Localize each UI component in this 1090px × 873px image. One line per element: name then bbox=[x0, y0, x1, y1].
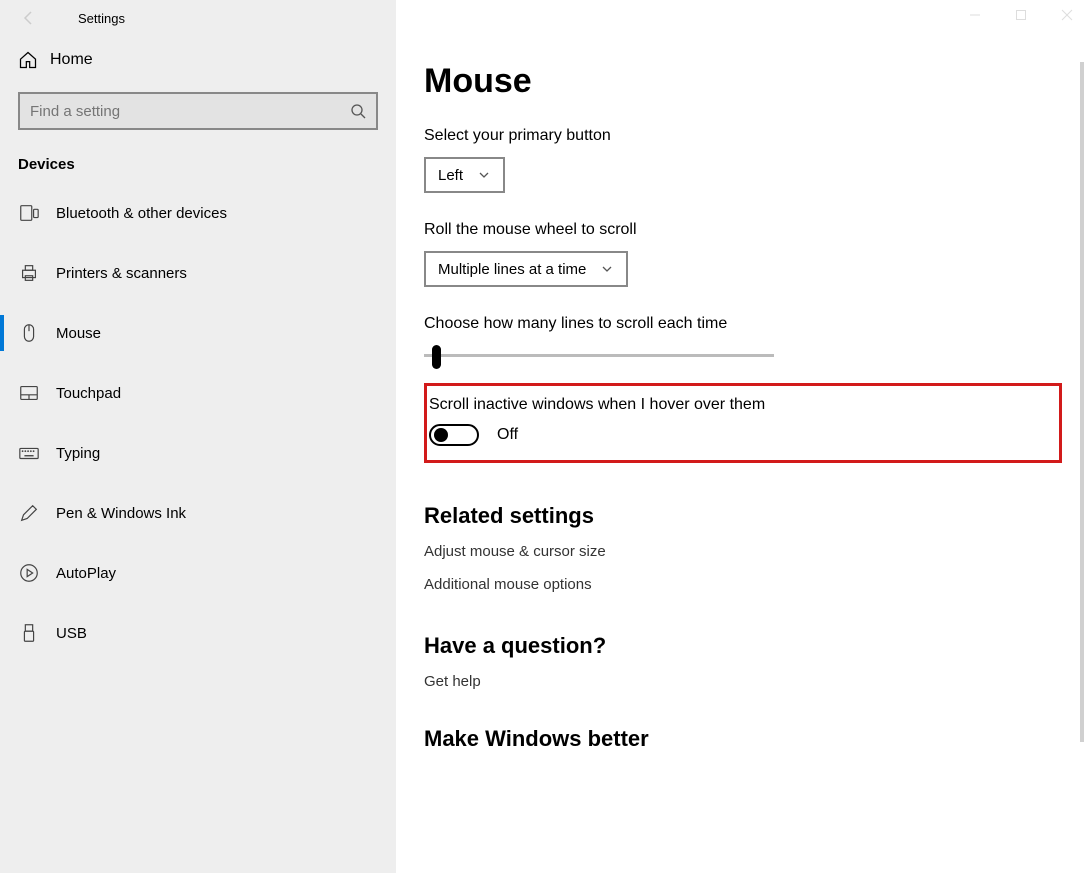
window-controls bbox=[952, 0, 1090, 30]
search-input[interactable] bbox=[18, 92, 378, 130]
sidebar-item-label: Touchpad bbox=[56, 385, 121, 402]
sidebar-item-touchpad[interactable]: Touchpad bbox=[0, 363, 396, 423]
sidebar-item-label: Bluetooth & other devices bbox=[56, 205, 227, 222]
slider-line bbox=[424, 354, 774, 357]
settings-window: Settings Home Devices Bluetooth & oth bbox=[0, 0, 1090, 873]
sidebar-item-pen[interactable]: Pen & Windows Ink bbox=[0, 483, 396, 543]
lines-label: Choose how many lines to scroll each tim… bbox=[424, 315, 1062, 333]
home-nav[interactable]: Home bbox=[0, 36, 396, 84]
printer-icon bbox=[18, 262, 56, 284]
nav-list: Bluetooth & other devices Printers & sca… bbox=[0, 183, 396, 663]
minimize-button[interactable] bbox=[952, 0, 998, 30]
usb-icon bbox=[18, 622, 56, 644]
inactive-toggle[interactable] bbox=[429, 424, 479, 446]
search-field[interactable] bbox=[30, 103, 350, 120]
lines-slider[interactable] bbox=[424, 345, 774, 365]
section-header: Devices bbox=[0, 142, 396, 183]
keyboard-icon bbox=[18, 442, 56, 464]
toggle-knob bbox=[434, 428, 448, 442]
autoplay-icon bbox=[18, 562, 56, 584]
slider-thumb[interactable] bbox=[432, 345, 441, 369]
sidebar-item-autoplay[interactable]: AutoPlay bbox=[0, 543, 396, 603]
home-label: Home bbox=[50, 51, 93, 69]
devices-icon bbox=[18, 202, 56, 224]
related-link-additional[interactable]: Additional mouse options bbox=[424, 576, 1062, 593]
inactive-label: Scroll inactive windows when I hover ove… bbox=[429, 396, 1049, 414]
sidebar-item-usb[interactable]: USB bbox=[0, 603, 396, 663]
sidebar-item-bluetooth[interactable]: Bluetooth & other devices bbox=[0, 183, 396, 243]
related-link-cursor-size[interactable]: Adjust mouse & cursor size bbox=[424, 543, 1062, 560]
search-icon bbox=[350, 103, 366, 119]
scrollbar[interactable] bbox=[1080, 62, 1084, 742]
scroll-wheel-dropdown[interactable]: Multiple lines at a time bbox=[424, 251, 628, 287]
chevron-down-icon bbox=[600, 262, 614, 276]
sidebar-item-label: Printers & scanners bbox=[56, 265, 187, 282]
window-title: Settings bbox=[78, 11, 125, 26]
feedback-heading: Make Windows better bbox=[424, 726, 1062, 752]
related-heading: Related settings bbox=[424, 503, 1062, 529]
maximize-button[interactable] bbox=[998, 0, 1044, 30]
search-wrap bbox=[18, 92, 378, 130]
inactive-toggle-row: Off bbox=[429, 424, 1049, 446]
titlebar: Settings bbox=[0, 0, 396, 36]
sidebar-item-mouse[interactable]: Mouse bbox=[0, 303, 396, 363]
mouse-icon bbox=[18, 322, 56, 344]
touchpad-icon bbox=[18, 382, 56, 404]
home-icon bbox=[18, 50, 50, 70]
sidebar-item-typing[interactable]: Typing bbox=[0, 423, 396, 483]
lines-group: Choose how many lines to scroll each tim… bbox=[424, 315, 1062, 365]
sidebar-item-printers[interactable]: Printers & scanners bbox=[0, 243, 396, 303]
scroll-wheel-label: Roll the mouse wheel to scroll bbox=[424, 221, 1062, 239]
scroll-wheel-value: Multiple lines at a time bbox=[438, 261, 586, 278]
question-heading: Have a question? bbox=[424, 633, 1062, 659]
sidebar: Settings Home Devices Bluetooth & oth bbox=[0, 0, 396, 873]
chevron-down-icon bbox=[477, 168, 491, 182]
sidebar-item-label: Pen & Windows Ink bbox=[56, 505, 186, 522]
sidebar-item-label: USB bbox=[56, 625, 87, 642]
page-title: Mouse bbox=[424, 62, 1062, 101]
primary-button-dropdown[interactable]: Left bbox=[424, 157, 505, 193]
highlight-box: Scroll inactive windows when I hover ove… bbox=[424, 383, 1062, 463]
main-content: Mouse Select your primary button Left Ro… bbox=[396, 0, 1090, 873]
sidebar-item-label: AutoPlay bbox=[56, 565, 116, 582]
primary-button-label: Select your primary button bbox=[424, 127, 1062, 145]
get-help-link[interactable]: Get help bbox=[424, 673, 1062, 690]
sidebar-item-label: Typing bbox=[56, 445, 100, 462]
sidebar-item-label: Mouse bbox=[56, 325, 101, 342]
scroll-wheel-group: Roll the mouse wheel to scroll Multiple … bbox=[424, 221, 1062, 287]
primary-button-value: Left bbox=[438, 167, 463, 184]
close-button[interactable] bbox=[1044, 0, 1090, 30]
pen-icon bbox=[18, 502, 56, 524]
back-icon[interactable] bbox=[18, 7, 40, 29]
inactive-value: Off bbox=[497, 426, 518, 444]
primary-button-group: Select your primary button Left bbox=[424, 127, 1062, 193]
